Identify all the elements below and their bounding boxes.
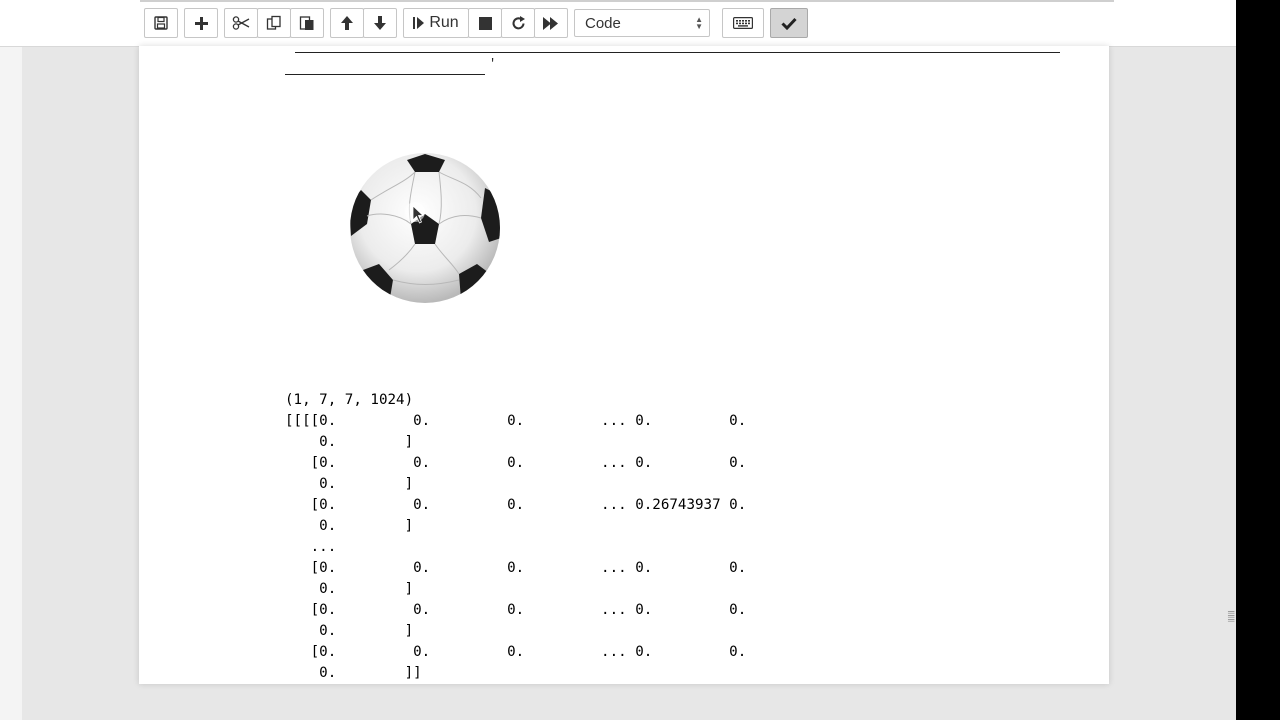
array-line-7: ...: [285, 539, 337, 555]
plus-icon: [194, 16, 208, 30]
move-group: [330, 8, 397, 38]
notebook-toolbar: Run Code ▲ ▼: [0, 0, 1236, 47]
copy-button[interactable]: [257, 8, 291, 38]
array-line-8: [0. 0. 0. ... 0. 0.: [285, 560, 747, 576]
clipboard-group: [224, 8, 324, 38]
scrollbar-grip-icon[interactable]: ═ ═ ═: [1228, 608, 1234, 625]
array-line-9: 0. ]: [285, 581, 414, 597]
restart-button[interactable]: [501, 8, 535, 38]
array-line-6: 0. ]: [285, 518, 414, 534]
run-label: Run: [429, 14, 459, 31]
restart-run-all-button[interactable]: [534, 8, 568, 38]
insert-cell-button[interactable]: [184, 8, 218, 38]
cell-type-select[interactable]: Code ▲ ▼: [574, 9, 710, 37]
array-line-13: 0. ]]: [285, 665, 422, 681]
array-line-12: [0. 0. 0. ... 0. 0.: [285, 644, 747, 660]
select-arrows-icon: ▲ ▼: [695, 15, 703, 31]
array-line-5: [0. 0. 0. ... 0.26743937 0.: [285, 497, 747, 513]
scissors-icon: [232, 16, 250, 30]
horizontal-rule: [295, 52, 1060, 53]
screen-edge: [1236, 0, 1280, 720]
array-line-3: [0. 0. 0. ... 0. 0.: [285, 455, 747, 471]
rule-comma: ': [489, 57, 497, 71]
toolbar-buttons: Run Code ▲ ▼: [144, 7, 814, 39]
notebook-container: ' (1, 7, 7, 1024) [[[[0. 0. 0. ... 0. 0.…: [139, 46, 1109, 684]
restart-icon: [512, 15, 525, 29]
move-up-button[interactable]: [330, 8, 364, 38]
command-palette-button[interactable]: [722, 8, 764, 38]
arrow-down-icon: [374, 16, 386, 30]
shape-output: (1, 7, 7, 1024): [285, 392, 414, 408]
checkpoint-group: [770, 8, 808, 38]
paste-button[interactable]: [290, 8, 324, 38]
cell-output-text: (1, 7, 7, 1024) [[[[0. 0. 0. ... 0. 0. 0…: [285, 390, 746, 684]
check-icon: [781, 17, 797, 30]
save-icon: [154, 16, 168, 30]
toolbar-divider: [140, 0, 1114, 2]
save-group: [144, 8, 178, 38]
left-margin: [0, 0, 22, 720]
save-button[interactable]: [144, 8, 178, 38]
array-line-4: 0. ]: [285, 476, 414, 492]
array-line-1: [[[[0. 0. 0. ... 0. 0.: [285, 413, 747, 429]
array-line-10: [0. 0. 0. ... 0. 0.: [285, 602, 747, 618]
step-forward-icon: [413, 17, 425, 29]
run-button[interactable]: Run: [403, 8, 469, 38]
interrupt-button[interactable]: [468, 8, 502, 38]
soccer-ball-image: [350, 153, 500, 303]
run-group: Run: [403, 8, 568, 38]
arrow-up-icon: [341, 16, 353, 30]
insert-group: [184, 8, 218, 38]
stop-icon: [478, 16, 492, 30]
checkpoint-button[interactable]: [770, 8, 808, 38]
move-down-button[interactable]: [363, 8, 397, 38]
copy-icon: [266, 15, 281, 30]
horizontal-rule-short: [285, 74, 485, 75]
array-line-11: 0. ]: [285, 623, 414, 639]
cell-type-value: Code: [585, 14, 621, 32]
cut-button[interactable]: [224, 8, 258, 38]
array-line-2: 0. ]: [285, 434, 414, 450]
keyboard-icon: [733, 17, 753, 29]
palette-group: [722, 8, 764, 38]
fast-forward-icon: [543, 16, 558, 30]
paste-icon: [299, 16, 314, 30]
